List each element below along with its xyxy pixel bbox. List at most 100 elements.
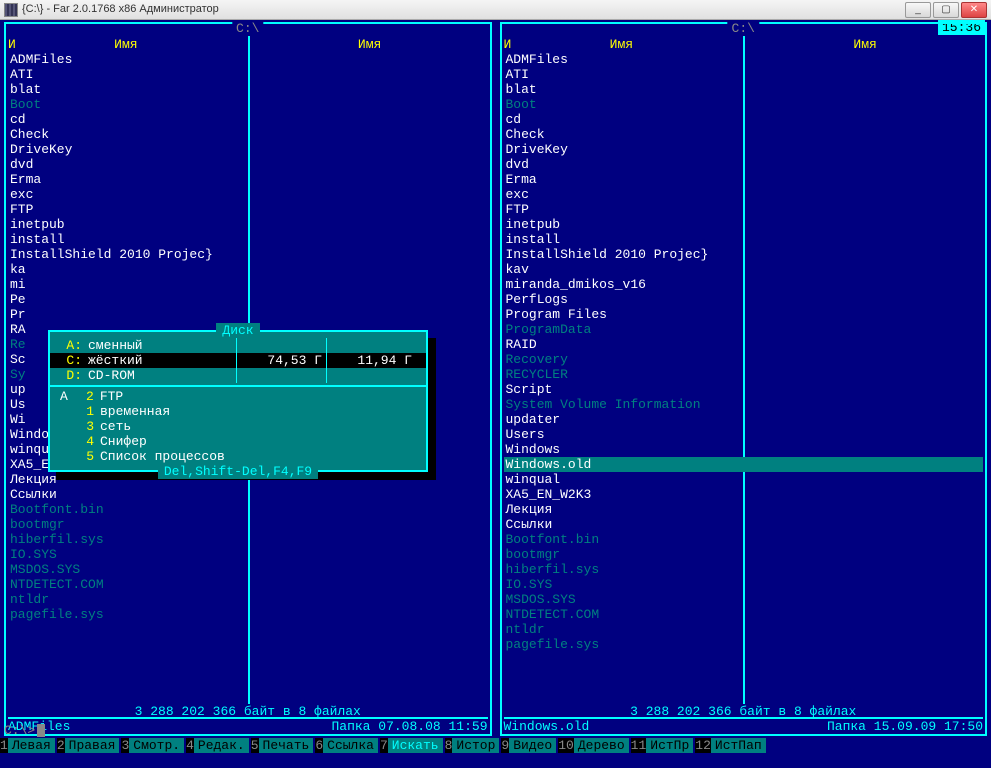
file-item[interactable]: pagefile.sys (504, 637, 984, 652)
drive-row[interactable]: A:сменный (50, 338, 426, 353)
file-item[interactable]: Bootfont.bin (504, 532, 984, 547)
file-item[interactable]: ATI (504, 67, 984, 82)
file-item[interactable]: bootmgr (8, 517, 488, 532)
file-item[interactable]: blat (504, 82, 984, 97)
file-item[interactable]: kav (504, 262, 984, 277)
file-item[interactable]: NTDETECT.COM (8, 577, 488, 592)
plugin-row[interactable]: 3сеть (50, 419, 426, 434)
file-item[interactable]: DriveKey (8, 142, 488, 157)
keybar-item-10[interactable]: 10Дерево (558, 738, 628, 753)
file-item[interactable]: System Volume Information (504, 397, 984, 412)
keybar-item-9[interactable]: 9Видео (501, 738, 556, 753)
file-item[interactable]: dvd (8, 157, 488, 172)
file-item[interactable]: Program Files (504, 307, 984, 322)
file-item[interactable]: RECYCLER (504, 367, 984, 382)
col-header-name-1[interactable]: Имя (500, 37, 744, 52)
keybar-item-6[interactable]: 6Ссылка (315, 738, 378, 753)
file-item[interactable]: ntldr (504, 622, 984, 637)
file-item[interactable]: cd (504, 112, 984, 127)
plugin-row[interactable]: 4Снифер (50, 434, 426, 449)
file-item[interactable]: MSDOS.SYS (504, 592, 984, 607)
col-header-name-2[interactable]: Имя (248, 37, 492, 52)
minimize-button[interactable]: _ (905, 2, 931, 18)
file-item[interactable]: pagefile.sys (8, 607, 488, 622)
file-item[interactable]: FTP (504, 202, 984, 217)
command-line[interactable]: C:\> (4, 723, 45, 738)
file-item[interactable]: Check (504, 127, 984, 142)
file-item[interactable]: NTDETECT.COM (504, 607, 984, 622)
file-item[interactable]: Ссылки (504, 517, 984, 532)
file-item[interactable]: ntldr (8, 592, 488, 607)
keybar-item-11[interactable]: 11ИстПр (631, 738, 694, 753)
file-item[interactable]: Ссылки (8, 487, 488, 502)
file-item[interactable]: hiberfil.sys (504, 562, 984, 577)
keybar-item-7[interactable]: 7Искать (380, 738, 443, 753)
file-item[interactable]: bootmgr (504, 547, 984, 562)
file-item[interactable]: Bootfont.bin (8, 502, 488, 517)
plugin-row[interactable]: А2FTP (50, 389, 426, 404)
file-item[interactable]: inetpub (504, 217, 984, 232)
keybar-item-4[interactable]: 4Редак. (186, 738, 249, 753)
file-item[interactable]: dvd (504, 157, 984, 172)
drive-row[interactable]: D:CD-ROM (50, 368, 426, 383)
file-item[interactable]: winqual (504, 472, 984, 487)
file-item[interactable]: IO.SYS (504, 577, 984, 592)
file-item[interactable]: XA5_EN_W2K3 (504, 487, 984, 502)
file-item[interactable]: hiberfil.sys (8, 532, 488, 547)
drive-select-dialog[interactable]: Диск A:сменныйC:жёсткий74,53 Г11,94 ГD:C… (48, 330, 428, 472)
file-item[interactable]: exc (504, 187, 984, 202)
file-item[interactable]: blat (8, 82, 488, 97)
keybar-item-1[interactable]: 1Левая (0, 738, 55, 753)
file-item[interactable]: Windows (504, 442, 984, 457)
file-item[interactable]: ADMFiles (504, 52, 984, 67)
col-header-name-1[interactable]: Имя (4, 37, 248, 52)
file-item[interactable]: IO.SYS (8, 547, 488, 562)
right-status-right: Папка 15.09.09 17:50 (827, 719, 983, 734)
file-item[interactable]: Script (504, 382, 984, 397)
file-item[interactable]: Лекция (504, 502, 984, 517)
drive-row[interactable]: C:жёсткий74,53 Г11,94 Г (50, 353, 426, 368)
file-item[interactable]: Boot (8, 97, 488, 112)
file-item[interactable]: Check (8, 127, 488, 142)
file-item[interactable]: MSDOS.SYS (8, 562, 488, 577)
file-item[interactable]: exc (8, 187, 488, 202)
file-item[interactable]: Pe (8, 292, 488, 307)
maximize-button[interactable]: ▢ (933, 2, 959, 18)
file-item[interactable]: cd (8, 112, 488, 127)
file-item[interactable]: InstallShield 2010 Projec} (504, 247, 984, 262)
file-item[interactable]: PerfLogs (504, 292, 984, 307)
file-item[interactable]: miranda_dmikos_v16 (504, 277, 984, 292)
file-item[interactable]: Recovery (504, 352, 984, 367)
file-item[interactable]: updater (504, 412, 984, 427)
close-button[interactable]: ✕ (961, 2, 987, 18)
keybar-item-12[interactable]: 12ИстПап (695, 738, 765, 753)
file-item[interactable]: inetpub (8, 217, 488, 232)
file-item[interactable]: ATI (8, 67, 488, 82)
file-item[interactable]: mi (8, 277, 488, 292)
file-item[interactable]: Users (504, 427, 984, 442)
right-file-list[interactable]: ADMFilesATIblatBootcdCheckDriveKeydvdErm… (504, 52, 984, 708)
file-item[interactable]: Windows.old (504, 457, 984, 472)
file-item[interactable]: RAID (504, 337, 984, 352)
keybar-item-5[interactable]: 5Печать (251, 738, 314, 753)
window-title: {C:\} - Far 2.0.1768 x86 Администратор (22, 2, 219, 17)
file-item[interactable]: ADMFiles (8, 52, 488, 67)
file-item[interactable]: Pr (8, 307, 488, 322)
file-item[interactable]: ProgramData (504, 322, 984, 337)
plugin-row[interactable]: 1временная (50, 404, 426, 419)
file-item[interactable]: Erma (504, 172, 984, 187)
plugin-row[interactable]: 5Список процессов (50, 449, 426, 464)
keybar-item-2[interactable]: 2Правая (57, 738, 120, 753)
file-item[interactable]: FTP (8, 202, 488, 217)
keybar-item-8[interactable]: 8Истор (445, 738, 500, 753)
file-item[interactable]: DriveKey (504, 142, 984, 157)
file-item[interactable]: Erma (8, 172, 488, 187)
keybar-item-3[interactable]: 3Смотр. (121, 738, 184, 753)
file-item[interactable]: InstallShield 2010 Projec} (8, 247, 488, 262)
file-item[interactable]: ka (8, 262, 488, 277)
file-item[interactable]: install (8, 232, 488, 247)
file-item[interactable]: install (504, 232, 984, 247)
file-item[interactable]: Boot (504, 97, 984, 112)
right-panel[interactable]: C:\ И Имя Имя ADMFilesATIblatBootcdCheck… (500, 22, 988, 736)
col-header-name-2[interactable]: Имя (743, 37, 987, 52)
